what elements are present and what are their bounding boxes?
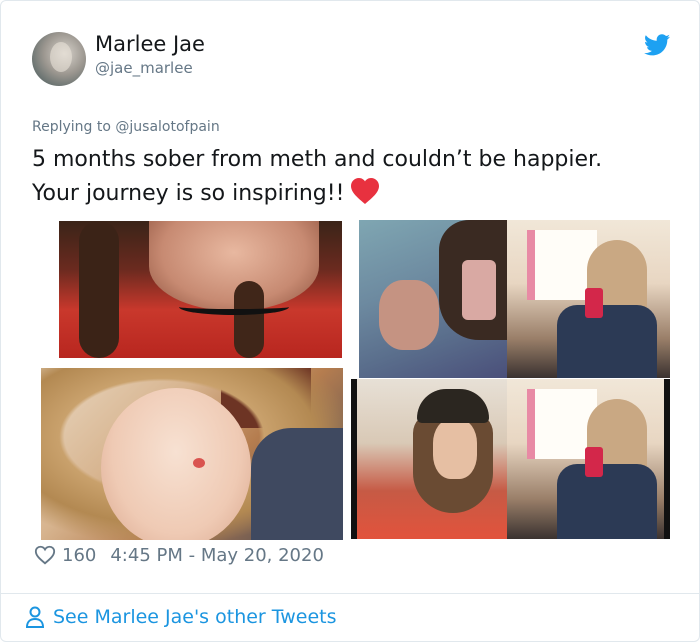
photo-collage-top-right[interactable] [507,220,670,378]
other-tweets-label[interactable]: See Marlee Jae's other Tweets [53,606,337,628]
photo-collage-bottom-left[interactable] [41,368,343,540]
reply-prefix: Replying to [32,119,111,135]
tweet-meta: 160 4:45 PM - May 20, 2020 [34,543,324,567]
tweet-line-2-wrap: Your journey is so inspiring!! [32,177,682,211]
red-heart-emoji-icon [351,178,380,204]
tweet-card: Marlee Jae @jae_marlee Replying to @jusa… [0,0,700,642]
reply-mention[interactable]: @jusalotofpain [115,119,219,135]
tweet-timestamp[interactable]: 4:45 PM - May 20, 2020 [110,545,324,566]
tweet-line-2: Your journey is so inspiring!! [32,181,345,206]
tweet-text: 5 months sober from meth and couldn’t be… [32,143,682,211]
tweet-line-1: 5 months sober from meth and couldn’t be… [32,147,603,172]
author-handle[interactable]: @jae_marlee [95,59,193,77]
photo-collage-top-left[interactable] [58,220,343,359]
person-icon [25,606,45,628]
author-name[interactable]: Marlee Jae [95,32,205,56]
heart-outline-icon[interactable] [34,544,56,566]
like-count: 160 [62,544,97,566]
divider [1,593,700,594]
photo-collage-bottom-right[interactable] [507,379,670,539]
other-tweets-link[interactable]: See Marlee Jae's other Tweets [25,606,337,628]
twitter-bird-icon[interactable] [644,34,670,56]
photo-collage-top-middle[interactable] [359,220,507,378]
reply-context: Replying to @jusalotofpain [32,119,220,135]
photo-collage-bottom-middle[interactable] [351,379,507,539]
avatar[interactable] [32,32,86,86]
